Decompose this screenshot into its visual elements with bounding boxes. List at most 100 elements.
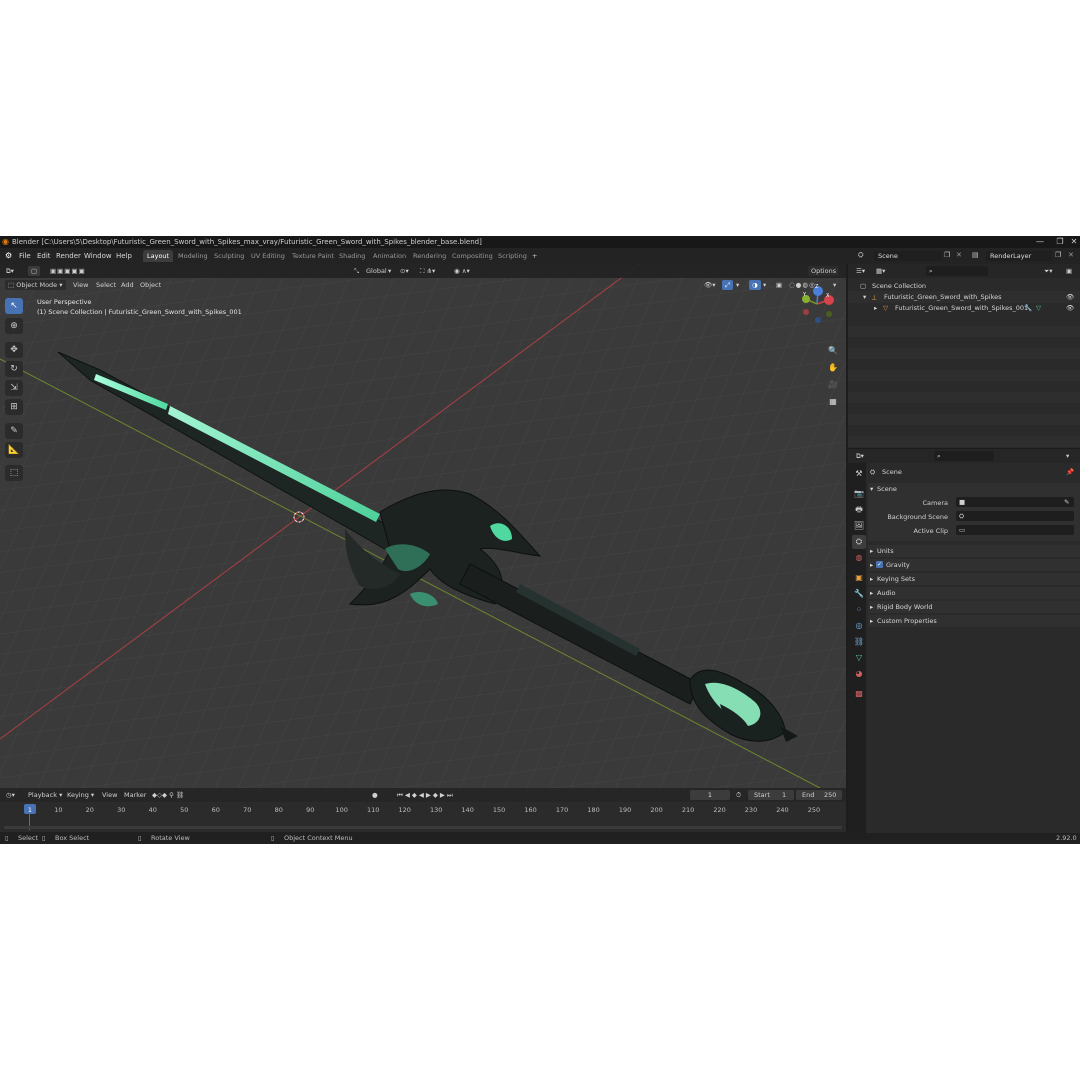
texture-tab-icon[interactable]: ▩: [852, 687, 866, 701]
menu-file[interactable]: File: [19, 252, 31, 260]
close-button[interactable]: ✕: [1064, 236, 1080, 248]
menu-window[interactable]: Window: [84, 252, 112, 260]
cursor-tool-icon[interactable]: ⊕: [5, 318, 23, 334]
tab-modeling[interactable]: Modeling: [174, 250, 212, 262]
background-scene-field[interactable]: ⛭: [956, 511, 1074, 521]
constraints-tab-icon[interactable]: ⛓: [852, 635, 866, 649]
proportional-edit-icon[interactable]: ◉ ∧▾: [454, 266, 470, 276]
menu-edit[interactable]: Edit: [37, 252, 51, 260]
tab-uv-editing[interactable]: UV Editing: [247, 250, 289, 262]
menu-select[interactable]: Select: [96, 280, 116, 290]
rotate-tool-icon[interactable]: ↻: [5, 361, 23, 377]
gizmo-toggle-icon[interactable]: ⤢: [722, 280, 734, 290]
add-cube-tool-icon[interactable]: ⬚: [5, 465, 23, 481]
outliner-editor-icon[interactable]: ☰▾: [856, 266, 865, 276]
tab-scripting[interactable]: Scripting: [494, 250, 531, 262]
overlay-toggle-icon[interactable]: ◑: [749, 280, 761, 290]
menu-keying[interactable]: Keying ▾: [67, 790, 94, 800]
tab-texture-paint[interactable]: Texture Paint: [288, 250, 338, 262]
menu-marker[interactable]: Marker: [124, 790, 146, 800]
properties-search-input[interactable]: ⌕: [934, 451, 994, 461]
audio-panel-header[interactable]: ▸ Audio: [868, 587, 1080, 599]
end-frame-field[interactable]: End 250: [796, 790, 842, 800]
visibility-icon[interactable]: 👁▾: [704, 280, 716, 290]
scene-tab-icon[interactable]: ⛭: [852, 535, 866, 549]
zoom-icon[interactable]: 🔍: [826, 344, 840, 358]
keyframe-icons[interactable]: ◆◇◆ ⚲ ⛓: [152, 790, 184, 800]
shading-mode-icons[interactable]: ◌●◍◎: [789, 280, 816, 290]
data-tab-icon[interactable]: ▽: [852, 651, 866, 665]
outliner-item[interactable]: ▸ ▽ Futuristic_Green_Sword_with_Spikes_0…: [848, 302, 1080, 314]
transform-tool-icon[interactable]: ⊞: [5, 399, 23, 415]
xray-icon[interactable]: ▣: [776, 280, 782, 290]
particles-tab-icon[interactable]: ⁘: [852, 603, 866, 617]
menu-object[interactable]: Object: [140, 280, 161, 290]
chevron-down-icon[interactable]: ▾: [1066, 451, 1069, 461]
transform-orientation-dropdown[interactable]: Global: [366, 266, 387, 276]
selection-mode-icons[interactable]: ▣▣▣▣▣: [50, 266, 86, 276]
minimize-button[interactable]: —: [1030, 236, 1050, 248]
view-layer-tab-icon[interactable]: 🖼: [852, 519, 866, 533]
blender-menu-icon[interactable]: ⚙: [5, 251, 12, 260]
new-layer-icon[interactable]: ❐: [1055, 251, 1061, 259]
outliner-search-input[interactable]: ⌕: [926, 266, 988, 276]
camera-field[interactable]: ■ ✎: [956, 497, 1074, 507]
render-layer-selector[interactable]: RenderLayer: [986, 251, 1052, 261]
snap-icon[interactable]: ⛶ ⋔▾: [420, 266, 435, 276]
tab-compositing[interactable]: Compositing: [448, 250, 497, 262]
menu-render[interactable]: Render: [56, 252, 81, 260]
timeline-editor[interactable]: ◷▾ Playback ▾ Keying ▾ View Marker ◆◇◆ ⚲…: [0, 788, 846, 832]
timeline-scrollbar[interactable]: [4, 826, 842, 829]
units-panel-header[interactable]: ▸ Units: [868, 545, 1080, 557]
filter-icon[interactable]: ⏷▾: [1044, 266, 1052, 276]
delete-layer-icon[interactable]: ✕: [1068, 251, 1074, 259]
move-tool-icon[interactable]: ✥: [5, 342, 23, 358]
scene-panel-header[interactable]: ▾ Scene: [868, 483, 1080, 495]
keying-sets-panel-header[interactable]: ▸ Keying Sets: [868, 573, 1080, 585]
editor-type-icon[interactable]: ⧉▾: [6, 266, 14, 276]
select-tool-icon[interactable]: ▢: [28, 266, 41, 276]
add-workspace-button[interactable]: +: [528, 250, 541, 262]
world-tab-icon[interactable]: ◍: [852, 551, 866, 565]
expand-arrow-icon[interactable]: ▸: [874, 302, 877, 314]
record-icon[interactable]: ●: [372, 790, 378, 800]
delete-scene-icon[interactable]: ✕: [956, 251, 962, 259]
material-tab-icon[interactable]: ◕: [852, 667, 866, 681]
menu-view[interactable]: View: [73, 280, 88, 290]
tab-shading[interactable]: Shading: [335, 250, 369, 262]
tab-sculpting[interactable]: Sculpting: [210, 250, 248, 262]
measure-tool-icon[interactable]: 📐: [5, 442, 23, 458]
mode-dropdown[interactable]: ⬚ Object Mode ▾: [5, 280, 66, 290]
gravity-panel-header[interactable]: ▸ ✓ Gravity: [868, 559, 1080, 571]
tab-layout[interactable]: Layout: [143, 250, 174, 262]
tab-animation[interactable]: Animation: [369, 250, 410, 262]
object-tab-icon[interactable]: ▣: [852, 571, 866, 585]
properties-editor-icon[interactable]: ⧉▾: [856, 451, 864, 461]
active-clip-field[interactable]: ▭: [956, 525, 1074, 535]
modifier-tab-icon[interactable]: 🔧: [852, 587, 866, 601]
ortho-grid-icon[interactable]: ▦: [826, 395, 840, 409]
custom-properties-panel-header[interactable]: ▸ Custom Properties: [868, 615, 1080, 627]
pin-icon[interactable]: 📌: [1066, 466, 1074, 478]
tool-tab-icon[interactable]: ⚒: [852, 467, 866, 481]
eyedropper-icon[interactable]: ✎: [1064, 497, 1069, 507]
physics-tab-icon[interactable]: ◎: [852, 619, 866, 633]
annotate-tool-icon[interactable]: ✎: [5, 423, 23, 439]
new-scene-icon[interactable]: ❐: [944, 251, 950, 259]
pivot-icon[interactable]: ⊙▾: [400, 266, 409, 276]
camera-icon[interactable]: 🎥: [826, 378, 840, 392]
menu-timeline-view[interactable]: View: [102, 790, 117, 800]
visibility-eye-icon[interactable]: 👁: [1066, 302, 1074, 314]
clock-icon[interactable]: ⏱: [736, 790, 741, 800]
menu-add[interactable]: Add: [121, 280, 134, 290]
tab-rendering[interactable]: Rendering: [409, 250, 450, 262]
playback-controls[interactable]: ⏮◀◆◀▶◆▶⏭: [397, 790, 455, 800]
timeline-editor-icon[interactable]: ◷▾: [6, 790, 15, 800]
scale-tool-icon[interactable]: ⇲: [5, 380, 23, 396]
gravity-checkbox[interactable]: ✓: [876, 561, 883, 568]
3d-viewport[interactable]: ⧉▾ ▢ ▣▣▣▣▣ ⤡ Global ▾ ⊙▾ ⛶ ⋔▾ ◉ ∧▾ Optio…: [0, 264, 846, 788]
start-frame-field[interactable]: Start 1: [748, 790, 794, 800]
options-dropdown[interactable]: Options: [808, 266, 840, 276]
output-tab-icon[interactable]: 🖶: [852, 503, 866, 517]
current-frame-field[interactable]: 1: [690, 790, 730, 800]
